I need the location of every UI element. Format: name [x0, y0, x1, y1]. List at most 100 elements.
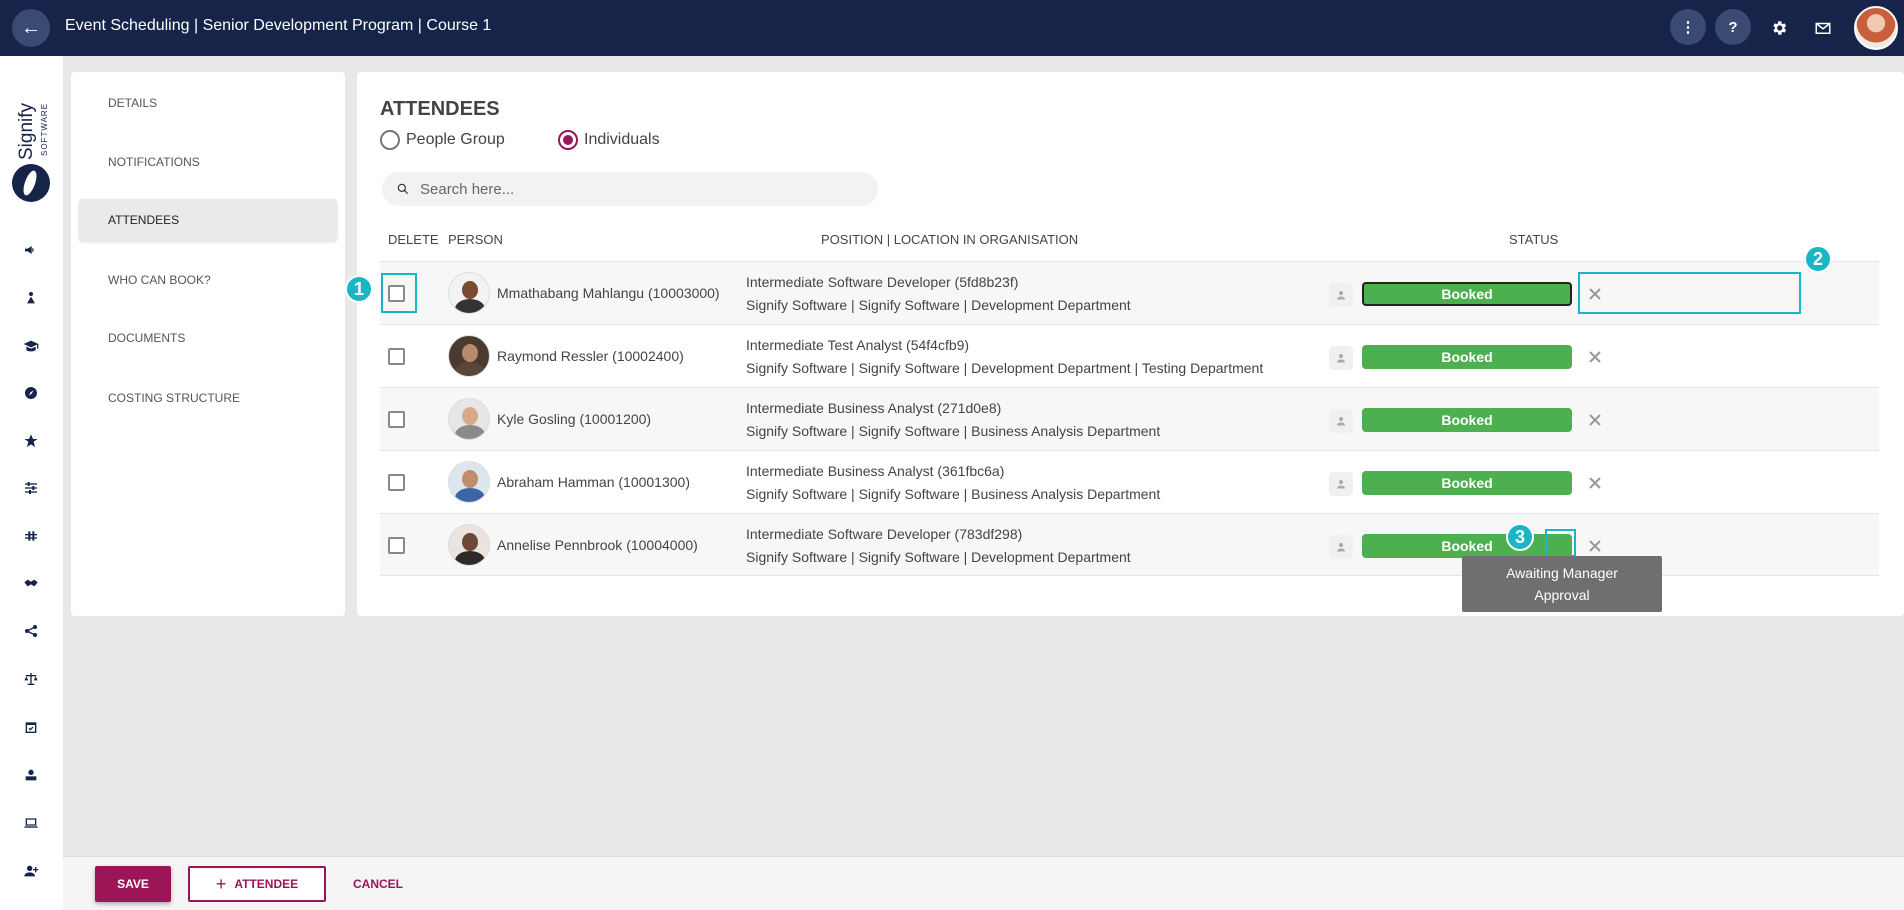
plus-icon: +	[215, 873, 227, 894]
avatar	[448, 272, 490, 314]
mail-icon[interactable]	[1809, 14, 1837, 42]
search-icon	[397, 183, 409, 195]
logo-text: Signify	[16, 102, 37, 160]
approval-status-icon[interactable]	[1329, 472, 1353, 496]
delete-checkbox[interactable]	[388, 537, 405, 554]
delete-checkbox[interactable]	[388, 411, 405, 428]
back-arrow-icon[interactable]: ←	[12, 9, 50, 47]
callout-badge-1: 1	[345, 275, 373, 303]
delete-checkbox[interactable]	[388, 474, 405, 491]
booked-status-button[interactable]: Booked	[1362, 534, 1572, 558]
table-row: Kyle Gosling (10001200) Intermediate Bus…	[380, 387, 1879, 450]
avatar	[448, 335, 490, 377]
column-header-person: PERSON	[448, 232, 503, 247]
callout-highlight-checkbox	[381, 273, 417, 313]
nav-item-documents[interactable]: DOCUMENTS	[79, 317, 337, 359]
more-vert-icon[interactable]: ⋮	[1670, 9, 1706, 45]
radio-label: People Group	[406, 131, 505, 148]
callout-badge-3: 3	[1506, 523, 1534, 551]
training-icon[interactable]	[21, 288, 41, 308]
approval-status-icon[interactable]	[1329, 409, 1353, 433]
table-row: Raymond Ressler (10002400) Intermediate …	[380, 324, 1879, 387]
search-input[interactable]	[420, 180, 860, 198]
person-name: Mmathabang Mahlangu (10003000)	[497, 285, 720, 301]
position-title: Intermediate Business Analyst (361fbc6a)	[746, 463, 1005, 479]
column-header-status: STATUS	[1509, 232, 1559, 247]
megaphone-icon[interactable]	[21, 240, 41, 260]
sliders-icon[interactable]	[21, 478, 41, 498]
section-title: ATTENDEES	[380, 98, 500, 120]
handshake-icon[interactable]	[21, 573, 41, 593]
position-location: Signify Software | Signify Software | Bu…	[746, 423, 1161, 439]
avatar	[448, 524, 490, 566]
status-tooltip: Awaiting Manager Approval	[1462, 556, 1662, 612]
add-attendee-button[interactable]: + ATTENDEE	[188, 866, 326, 902]
network-icon[interactable]	[21, 621, 41, 641]
signify-logo: Signify SOFTWARE	[10, 86, 52, 206]
radio-dot[interactable]	[380, 130, 400, 150]
star-icon[interactable]	[21, 431, 41, 451]
dashboard-icon[interactable]	[21, 383, 41, 403]
delete-checkbox[interactable]	[388, 348, 405, 365]
position-location: Signify Software | Signify Software | De…	[746, 360, 1264, 376]
avatar	[448, 461, 490, 503]
nav-item-who-can-book[interactable]: WHO CAN BOOK?	[79, 259, 337, 301]
position-location: Signify Software | Signify Software | Bu…	[746, 486, 1161, 502]
position-title: Intermediate Business Analyst (271d0e8)	[746, 400, 1002, 416]
nav-item-notifications[interactable]: NOTIFICATIONS	[79, 141, 337, 183]
approval-status-icon[interactable]	[1329, 283, 1353, 307]
close-icon[interactable]	[1583, 471, 1607, 495]
position-location: Signify Software | Signify Software | De…	[746, 297, 1131, 313]
position-title: Intermediate Software Developer (5fd8b23…	[746, 274, 1019, 290]
column-header-delete: DELETE	[388, 232, 439, 247]
radio-people-group[interactable]: People Group	[380, 130, 505, 150]
radio-dot-selected[interactable]	[558, 130, 578, 150]
booked-status-button[interactable]: Booked	[1362, 282, 1572, 306]
callout-badge-2: 2	[1804, 245, 1832, 273]
approval-status-icon[interactable]	[1329, 535, 1353, 559]
help-icon[interactable]: ?	[1715, 9, 1751, 45]
person-name: Annelise Pennbrook (10004000)	[497, 537, 698, 553]
calendar-check-icon[interactable]	[21, 717, 41, 737]
user-avatar[interactable]	[1854, 6, 1898, 50]
booked-status-button[interactable]: Booked	[1362, 471, 1572, 495]
position-title: Intermediate Test Analyst (54f4cfb9)	[746, 337, 970, 353]
column-header-position: POSITION | LOCATION IN ORGANISATION	[821, 232, 1079, 247]
radio-label: Individuals	[584, 131, 660, 148]
close-icon[interactable]	[1583, 534, 1607, 558]
nav-item-costing-structure[interactable]: COSTING STRUCTURE	[79, 377, 337, 419]
close-icon[interactable]	[1583, 345, 1607, 369]
nav-item-attendees[interactable]: ATTENDEES	[79, 199, 337, 241]
section-nav: DETAILS NOTIFICATIONS ATTENDEES WHO CAN …	[71, 72, 345, 616]
graduation-cap-icon[interactable]	[21, 336, 41, 356]
laptop-icon[interactable]	[21, 813, 41, 833]
nav-item-details[interactable]: DETAILS	[79, 82, 337, 124]
person-name: Raymond Ressler (10002400)	[497, 348, 684, 364]
scales-icon[interactable]	[21, 669, 41, 689]
action-bar: SAVE + ATTENDEE CANCEL	[63, 856, 1904, 910]
approval-status-icon[interactable]	[1329, 346, 1353, 370]
cancel-button[interactable]: CANCEL	[345, 866, 411, 902]
add-attendee-label: ATTENDEE	[234, 877, 299, 891]
left-rail: Signify SOFTWARE	[0, 56, 63, 910]
booked-status-button[interactable]: Booked	[1362, 345, 1572, 369]
add-user-icon[interactable]	[21, 861, 41, 881]
logo-mark	[12, 164, 50, 202]
gear-icon[interactable]	[1765, 14, 1793, 42]
callout-highlight-booked	[1578, 272, 1801, 314]
save-button[interactable]: SAVE	[95, 866, 171, 902]
table-row: Abraham Hamman (10001300) Intermediate B…	[380, 450, 1879, 513]
search-box[interactable]	[382, 172, 878, 206]
avatar	[448, 398, 490, 440]
radio-individuals[interactable]: Individuals	[558, 130, 660, 150]
logo-subtext: SOFTWARE	[40, 102, 49, 156]
tune-icon[interactable]	[21, 526, 41, 546]
page-title: Event Scheduling | Senior Development Pr…	[65, 17, 492, 34]
person-name: Kyle Gosling (10001200)	[497, 411, 652, 427]
callout-highlight-status-icon	[1545, 529, 1576, 557]
person-name: Abraham Hamman (10001300)	[497, 474, 690, 490]
certificate-icon[interactable]	[21, 765, 41, 785]
booked-status-button[interactable]: Booked	[1362, 408, 1572, 432]
position-title: Intermediate Software Developer (783df29…	[746, 526, 1023, 542]
close-icon[interactable]	[1583, 408, 1607, 432]
